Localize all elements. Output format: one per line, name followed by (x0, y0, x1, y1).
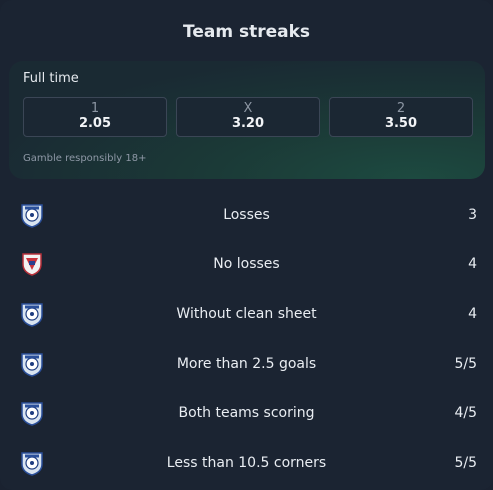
streaks-list: Losses 3 No losses 4 Without clean sheet… (0, 190, 493, 488)
streak-label: Without clean sheet (176, 305, 317, 322)
odds-value: 3.20 (231, 116, 265, 131)
streak-row: Losses 3 (0, 190, 493, 240)
streak-label: Less than 10.5 corners (166, 454, 327, 471)
odds-button-away[interactable]: 2 3.50 (329, 97, 473, 137)
streak-row: Without clean sheet 4 (0, 289, 493, 339)
streak-row: No losses 4 (0, 240, 493, 290)
odds-button-draw[interactable]: X 3.20 (176, 97, 320, 137)
odds-key: 2 (396, 101, 406, 116)
card-title: Team streaks (182, 22, 311, 42)
odds-market-label: Full time (23, 71, 79, 86)
streak-label: Both teams scoring (178, 405, 315, 422)
streak-value: 5/5 (454, 454, 477, 471)
streak-value: 3 (468, 206, 477, 223)
streak-row: Both teams scoring 4/5 (0, 388, 493, 438)
odds-key: X (243, 101, 253, 116)
odds-value: 3.50 (384, 116, 418, 131)
streak-row: Less than 10.5 corners 5/5 (0, 438, 493, 488)
odds-key: 1 (90, 101, 100, 116)
streak-label: More than 2.5 goals (176, 355, 317, 372)
streak-value: 5/5 (454, 355, 477, 372)
streak-value: 4 (468, 256, 477, 273)
odds-buttons: 1 2.05 X 3.20 2 3.50 (23, 97, 473, 137)
streak-value: 4/5 (454, 405, 477, 422)
gamble-responsibly-notice: Gamble responsibly 18+ (23, 153, 147, 164)
streak-row: More than 2.5 goals 5/5 (0, 339, 493, 389)
full-time-odds-panel: Full time 1 2.05 X 3.20 2 3.50 Gamble re… (9, 61, 485, 179)
team-streaks-card: Team streaks Full time 1 2.05 X 3.20 2 3… (0, 0, 493, 490)
streak-value: 4 (468, 305, 477, 322)
odds-button-home[interactable]: 1 2.05 (23, 97, 167, 137)
streak-label: Losses (223, 206, 270, 223)
streak-label: No losses (213, 256, 280, 273)
odds-value: 2.05 (78, 116, 112, 131)
